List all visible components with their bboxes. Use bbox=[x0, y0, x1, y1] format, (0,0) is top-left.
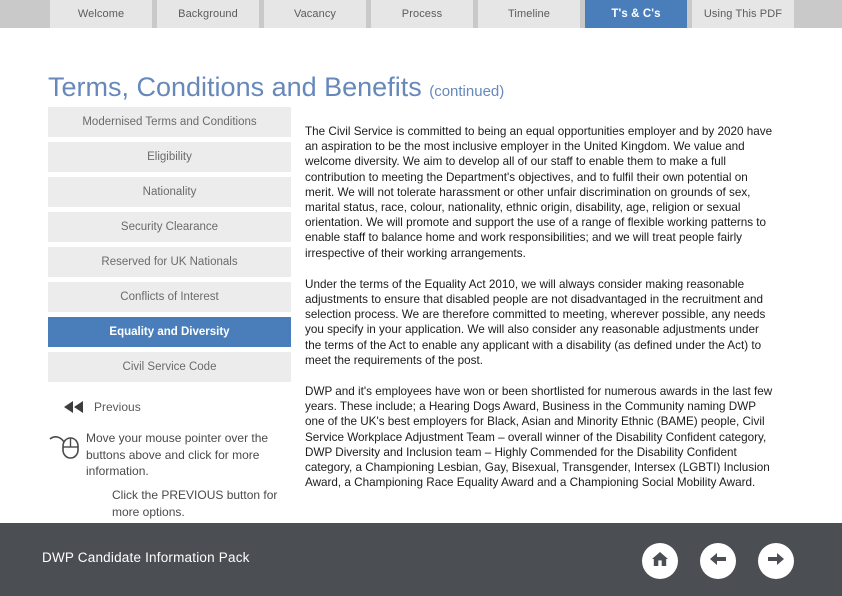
double-chevron-left-icon bbox=[62, 401, 88, 413]
main-content: The Civil Service is committed to being … bbox=[305, 124, 777, 506]
tab-welcome[interactable]: Welcome bbox=[50, 0, 152, 28]
previous-button-label: Previous bbox=[94, 400, 141, 414]
sidebar-item-equality-and-diversity[interactable]: Equality and Diversity bbox=[48, 317, 291, 347]
tab-label: Process bbox=[401, 8, 443, 20]
sidebar-item-conflicts-of-interest[interactable]: Conflicts of Interest bbox=[48, 282, 291, 312]
content-paragraph: The Civil Service is committed to being … bbox=[305, 125, 773, 260]
tab-label: Using This PDF bbox=[703, 8, 783, 20]
content-paragraph: DWP and it's employees have won or been … bbox=[305, 385, 773, 490]
page-title-main: Terms, Conditions and Benefits bbox=[48, 72, 430, 102]
sidebar-item-label: Reserved for UK Nationals bbox=[101, 256, 238, 268]
tab-using-this-pdf[interactable]: Using This PDF bbox=[692, 0, 794, 28]
tab-process[interactable]: Process bbox=[371, 0, 473, 28]
home-icon bbox=[649, 548, 671, 575]
sidebar-item-label: Conflicts of Interest bbox=[120, 291, 219, 303]
sidebar-item-eligibility[interactable]: Eligibility bbox=[48, 142, 291, 172]
tab-vacancy[interactable]: Vacancy bbox=[264, 0, 366, 28]
sidebar-item-label: Equality and Diversity bbox=[109, 326, 230, 338]
sidebar-item-nationality[interactable]: Nationality bbox=[48, 177, 291, 207]
sidebar-item-label: Nationality bbox=[142, 186, 197, 198]
back-button[interactable] bbox=[700, 543, 736, 579]
tab-label: Vacancy bbox=[293, 8, 337, 20]
tab-background[interactable]: Background bbox=[157, 0, 259, 28]
home-button[interactable] bbox=[642, 543, 678, 579]
previous-button[interactable]: Previous bbox=[48, 400, 291, 414]
page-title: Terms, Conditions and Benefits (continue… bbox=[48, 72, 504, 103]
previous-instruction-text: Click the PREVIOUS button for more optio… bbox=[112, 488, 278, 519]
sidebar-item-modernised-terms-and-conditions[interactable]: Modernised Terms and Conditions bbox=[48, 107, 291, 137]
sidebar-item-security-clearance[interactable]: Security Clearance bbox=[48, 212, 291, 242]
tab-label: T's & C's bbox=[611, 8, 661, 20]
tab-terms-and-conditions[interactable]: T's & C's bbox=[585, 0, 687, 28]
footer-bar: DWP Candidate Information Pack bbox=[0, 523, 842, 596]
sidebar-item-reserved-for-uk-nationals[interactable]: Reserved for UK Nationals bbox=[48, 247, 291, 277]
sidebar-item-label: Modernised Terms and Conditions bbox=[82, 116, 257, 128]
tab-label: Timeline bbox=[508, 8, 550, 20]
sidebar-item-label: Civil Service Code bbox=[122, 361, 217, 373]
sidebar-item-label: Eligibility bbox=[147, 151, 192, 163]
footer-title: DWP Candidate Information Pack bbox=[42, 550, 250, 565]
page-title-suffix: (continued) bbox=[429, 83, 505, 100]
sidebar-item-label: Security Clearance bbox=[120, 221, 219, 233]
mouse-instruction: Move your mouse pointer over the buttons… bbox=[48, 430, 298, 480]
content-paragraph: Under the terms of the Equality Act 2010… bbox=[305, 277, 766, 367]
footer-navigation bbox=[642, 543, 794, 579]
sidebar-item-civil-service-code[interactable]: Civil Service Code bbox=[48, 352, 291, 382]
tab-label: Welcome bbox=[77, 8, 125, 20]
tab-timeline[interactable]: Timeline bbox=[478, 0, 580, 28]
arrow-left-icon bbox=[707, 548, 729, 575]
mouse-instruction-text: Move your mouse pointer over the buttons… bbox=[86, 431, 269, 478]
tab-bar: Welcome Background Vacancy Process Timel… bbox=[0, 0, 842, 28]
forward-button[interactable] bbox=[758, 543, 794, 579]
tab-bar-right-filler bbox=[799, 0, 842, 28]
sidebar-menu: Modernised Terms and Conditions Eligibil… bbox=[48, 107, 291, 387]
arrow-right-icon bbox=[765, 548, 787, 575]
tab-label: Background bbox=[178, 8, 238, 20]
computer-mouse-icon bbox=[48, 430, 86, 468]
tab-bar-left-filler bbox=[0, 0, 50, 28]
